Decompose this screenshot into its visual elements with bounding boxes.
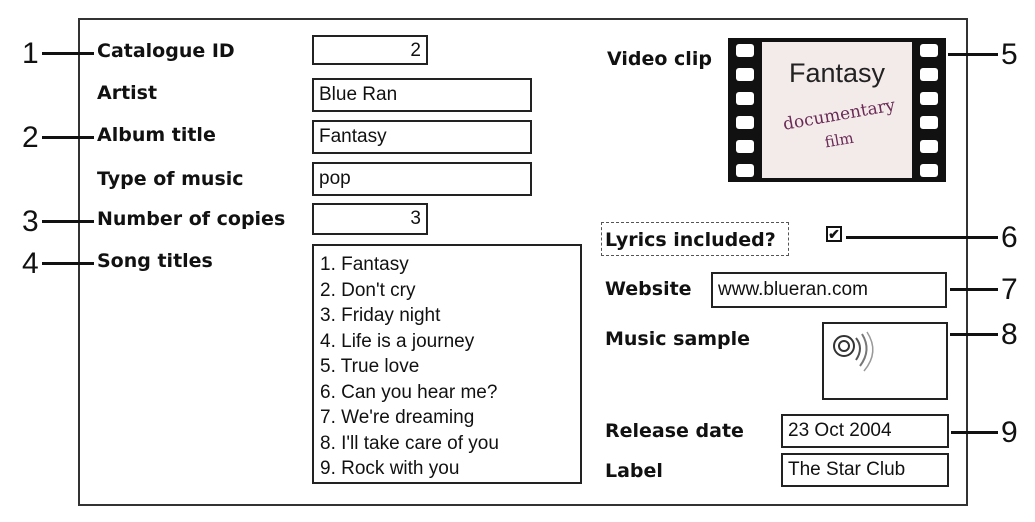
song-titles-list[interactable]: 1. Fantasy 2. Don't cry 3. Friday night … [312,244,582,484]
website-field[interactable]: www.blueran.com [711,272,947,308]
lyrics-included-checkbox[interactable]: ✔ [826,226,842,242]
list-item: 5. True love [320,356,420,377]
lyrics-included-label: Lyrics included? [605,229,776,251]
release-date-label: Release date [605,420,744,442]
list-item: 9. Rock with you [320,458,460,479]
leader-line-4 [42,262,94,265]
speaker-icon [833,331,874,372]
music-sample-box[interactable] [822,322,948,400]
video-clip-film-icon[interactable]: Fantasy documentary film [728,38,946,182]
website-label: Website [605,278,692,300]
leader-line-3 [42,220,94,223]
artist-field[interactable]: Blue Ran [312,78,532,112]
label-label: Label [605,460,663,482]
album-title-label: Album title [97,124,216,146]
marker-8: 8 [1001,318,1018,351]
leader-line-9 [951,431,998,434]
marker-5: 5 [1001,38,1018,71]
leader-line-7 [950,288,998,291]
music-sample-label: Music sample [605,328,751,350]
leader-line-2 [42,136,94,139]
leader-line-1 [42,52,94,55]
catalogue-id-field[interactable]: 2 [312,35,428,65]
artist-label: Artist [97,82,158,104]
marker-4: 4 [22,247,39,280]
marker-7: 7 [1001,273,1018,306]
leader-line-5 [948,53,998,56]
marker-6: 6 [1001,221,1018,254]
video-clip-title: Fantasy [789,58,886,88]
type-of-music-field[interactable]: pop [312,162,532,196]
number-of-copies-field[interactable]: 3 [312,203,428,235]
list-item: 4. Life is a journey [320,330,475,352]
list-item: 6. Can you hear me? [320,381,498,403]
record-label-field[interactable]: The Star Club [781,453,949,487]
catalogue-id-label: Catalogue ID [97,40,235,62]
release-date-field[interactable]: 23 Oct 2004 [781,414,949,448]
album-title-field[interactable]: Fantasy [312,120,532,154]
marker-2: 2 [22,121,39,154]
list-item: 1. Fantasy [320,254,409,275]
video-clip-label: Video clip [607,48,712,70]
type-of-music-label: Type of music [97,168,244,190]
list-item: 8. I'll take care of you [320,432,499,454]
song-titles-label: Song titles [97,250,213,272]
marker-1: 1 [22,37,39,70]
list-item: 7. We're dreaming [320,407,475,428]
list-item: 2. Don't cry [320,279,416,301]
marker-9: 9 [1001,416,1018,449]
list-item: 3. Friday night [320,305,441,326]
leader-line-8 [950,333,998,336]
marker-3: 3 [22,205,39,238]
leader-line-6 [846,236,998,239]
number-of-copies-label: Number of copies [97,208,286,230]
